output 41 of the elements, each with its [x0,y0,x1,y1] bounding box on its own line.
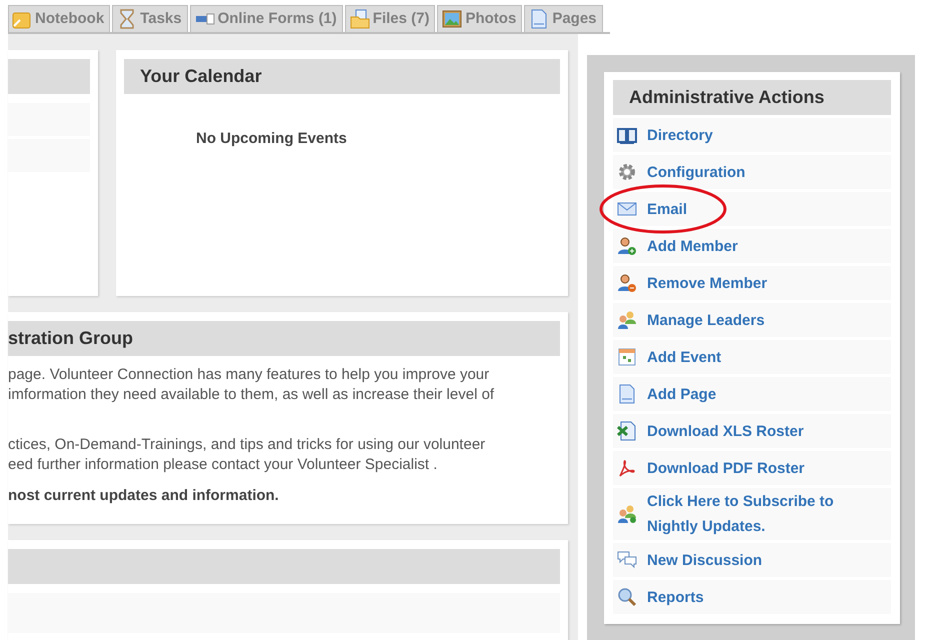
person-minus-icon [617,273,637,293]
panel-title: stration Group [8,321,560,356]
gear-icon [617,162,637,182]
admin-action-link[interactable]: Download PDF Roster [613,451,891,485]
paragraph: nost current updates and information. [8,486,279,506]
nav-tab[interactable]: Photos [437,5,522,32]
admin-action-link[interactable]: Reports [613,580,891,614]
people-plus-icon [617,504,637,524]
pdf-icon [617,458,637,478]
panel-title: Your Calendar [124,59,560,94]
page-icon [617,384,637,404]
admin-action-link[interactable]: Remove Member [613,266,891,300]
speech-bubbles-icon [617,550,637,570]
admin-action-link[interactable]: Email [613,192,891,226]
admin-action-link[interactable]: Directory [613,118,891,152]
admin-action-link[interactable]: Add Event [613,340,891,374]
nav-tab[interactable]: Tasks [112,5,188,32]
paragraph: page. Volunteer Connection has many features to help you improve your imformation they need available to them, as well as increase their level of [8,365,494,405]
magnifier-icon [617,587,637,607]
calendar-icon [617,347,637,367]
admin-action-link[interactable]: Download XLS Roster [613,414,891,448]
spreadsheet-icon [617,421,637,441]
people-icon [617,310,637,330]
admin-action-link[interactable]: Configuration [613,155,891,189]
admin-action-link[interactable]: Click Here to Subscribe to Nightly Updates. [613,488,891,540]
picture-icon [442,9,462,29]
paragraph: ctices, On-Demand-Trainings, and tips and tricks for using our volunteer eed further information please contact your Volunteer Specialist . [8,435,486,475]
nav-tab[interactable]: Online Forms (1) [190,5,343,32]
nav-tab[interactable]: Pages [524,5,603,32]
admin-action-link[interactable]: Manage Leaders [613,303,891,337]
nav-tab[interactable]: Files (7) [344,5,436,32]
folder-icon [350,9,370,29]
person-plus-icon [617,236,637,256]
book-icon [617,125,637,145]
admin-action-link[interactable]: Add Member [613,229,891,263]
admin-action-link[interactable]: Add Page [613,377,891,411]
card-title: Administrative Actions [613,80,891,115]
page-icon [529,9,550,29]
admin-action-link[interactable]: New Discussion [613,543,891,577]
empty-message: No Upcoming Events [196,129,347,149]
nav-tab[interactable]: Notebook [8,5,110,32]
